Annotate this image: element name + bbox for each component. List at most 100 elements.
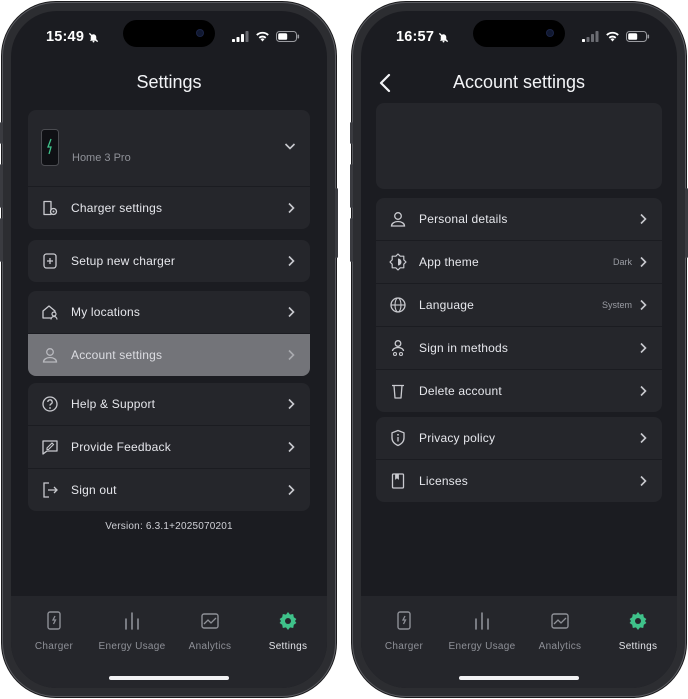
status-bar: 15:49 xyxy=(11,29,327,49)
tab-bar: Charger Energy Usage Analytics Settings xyxy=(361,596,677,688)
charger-selector[interactable]: Home 3 Pro xyxy=(28,110,310,186)
sign-in-methods-row[interactable]: Sign in methods xyxy=(376,326,662,369)
battery-icon xyxy=(276,31,300,42)
chevron-right-icon xyxy=(640,432,647,444)
volume-up-button xyxy=(350,164,353,208)
shield-info-icon xyxy=(391,429,405,447)
analytics-icon xyxy=(551,613,569,629)
signal-icon xyxy=(232,31,249,42)
row-label: Sign in methods xyxy=(419,341,509,355)
mute-switch xyxy=(0,122,3,144)
bell-muted-icon xyxy=(89,32,99,43)
tab-label: Energy Usage xyxy=(448,641,516,652)
help-support-row[interactable]: Help & Support xyxy=(28,383,310,425)
tab-label: Settings xyxy=(268,641,308,652)
person-icon xyxy=(390,212,406,227)
chevron-right-icon xyxy=(288,255,295,267)
my-locations-row[interactable]: My locations xyxy=(28,291,310,333)
tab-charger[interactable]: Charger xyxy=(365,610,443,652)
tab-label: Analytics xyxy=(538,641,582,652)
language-row[interactable]: Language System xyxy=(376,283,662,326)
wifi-icon xyxy=(256,31,269,42)
row-label: Help & Support xyxy=(71,397,156,411)
account-settings-screen: 16:57 Account settings Personal details … xyxy=(361,11,677,688)
row-label: Personal details xyxy=(419,212,508,226)
row-label: Provide Feedback xyxy=(71,440,171,454)
battery-icon xyxy=(626,31,650,42)
row-label: App theme xyxy=(419,255,479,269)
tab-analytics[interactable]: Analytics xyxy=(171,610,249,652)
row-label: Setup new charger xyxy=(71,254,176,268)
row-label: Account settings xyxy=(71,348,163,362)
provide-feedback-row[interactable]: Provide Feedback xyxy=(28,425,310,468)
question-circle-icon xyxy=(42,396,58,412)
sign-out-icon xyxy=(43,482,58,498)
charger-device-icon xyxy=(41,129,59,166)
charger-settings-row[interactable]: Charger settings xyxy=(28,186,310,229)
wifi-icon xyxy=(606,31,619,42)
bars-icon xyxy=(475,612,489,630)
legal-card: Privacy policy Licenses xyxy=(376,417,662,502)
power-button xyxy=(335,188,338,258)
bars-icon xyxy=(125,612,139,630)
account-settings-row[interactable]: Account settings xyxy=(28,333,310,376)
account-options-card: Personal details App theme Dark Language… xyxy=(376,198,662,412)
row-label: Charger settings xyxy=(71,201,163,215)
tab-bar: Charger Energy Usage Analytics Settings xyxy=(11,596,327,688)
theme-icon xyxy=(389,253,407,271)
signal-icon xyxy=(582,31,599,42)
chevron-right-icon xyxy=(640,299,647,311)
status-time: 15:49 xyxy=(46,29,85,45)
row-label: Licenses xyxy=(419,474,468,488)
trash-icon xyxy=(392,384,404,399)
personal-details-row[interactable]: Personal details xyxy=(376,198,662,240)
charger-icon xyxy=(47,611,61,630)
charger-card: Home 3 Pro Charger settings xyxy=(28,110,310,229)
phone-left: 15:49 Settings Home 3 Pro Charger settin… xyxy=(0,2,338,697)
licenses-row[interactable]: Licenses xyxy=(376,459,662,502)
row-label: My locations xyxy=(71,305,141,319)
charger-name: Home 3 Pro xyxy=(72,152,131,164)
page-title: Account settings xyxy=(452,72,586,92)
volume-down-button xyxy=(350,218,353,262)
tab-energy-usage[interactable]: Energy Usage xyxy=(443,610,521,652)
version-label: Version: 6.3.1+2025070201 xyxy=(105,521,233,532)
charger-gear-icon xyxy=(43,200,58,216)
row-label: Language xyxy=(419,298,474,312)
language-value: System xyxy=(601,300,632,310)
chevron-right-icon xyxy=(640,475,647,487)
gear-icon xyxy=(279,612,297,630)
privacy-policy-row[interactable]: Privacy policy xyxy=(376,417,662,459)
tab-energy-usage[interactable]: Energy Usage xyxy=(93,610,171,652)
account-card: My locations Account settings xyxy=(28,291,310,376)
chevron-right-icon xyxy=(288,202,295,214)
tab-analytics[interactable]: Analytics xyxy=(521,610,599,652)
tab-charger[interactable]: Charger xyxy=(15,610,93,652)
row-label: Sign out xyxy=(71,483,117,497)
row-label: Privacy policy xyxy=(419,431,496,445)
chevron-down-icon[interactable] xyxy=(284,141,296,151)
chevron-right-icon xyxy=(288,398,295,410)
theme-value: Dark xyxy=(612,257,632,267)
charger-icon xyxy=(397,611,411,630)
tab-label: Settings xyxy=(618,641,658,652)
volume-down-button xyxy=(0,218,3,262)
home-indicator xyxy=(109,676,229,680)
sign-out-row[interactable]: Sign out xyxy=(28,468,310,511)
phone-right: 16:57 Account settings Personal details … xyxy=(350,2,688,697)
support-card: Help & Support Provide Feedback Sign out xyxy=(28,383,310,511)
mute-switch xyxy=(350,122,353,144)
chevron-right-icon xyxy=(640,385,647,397)
setup-new-charger-row[interactable]: Setup new charger xyxy=(28,240,310,282)
tab-settings[interactable]: Settings xyxy=(599,610,677,652)
setup-card: Setup new charger xyxy=(28,240,310,282)
person-icon xyxy=(42,348,58,363)
delete-account-row[interactable]: Delete account xyxy=(376,369,662,412)
chevron-right-icon xyxy=(640,342,647,354)
tab-settings[interactable]: Settings xyxy=(249,610,327,652)
chevron-right-icon xyxy=(288,441,295,453)
home-person-icon xyxy=(42,305,58,320)
person-key-icon xyxy=(391,340,405,357)
feedback-icon xyxy=(42,440,58,455)
app-theme-row[interactable]: App theme Dark xyxy=(376,240,662,283)
